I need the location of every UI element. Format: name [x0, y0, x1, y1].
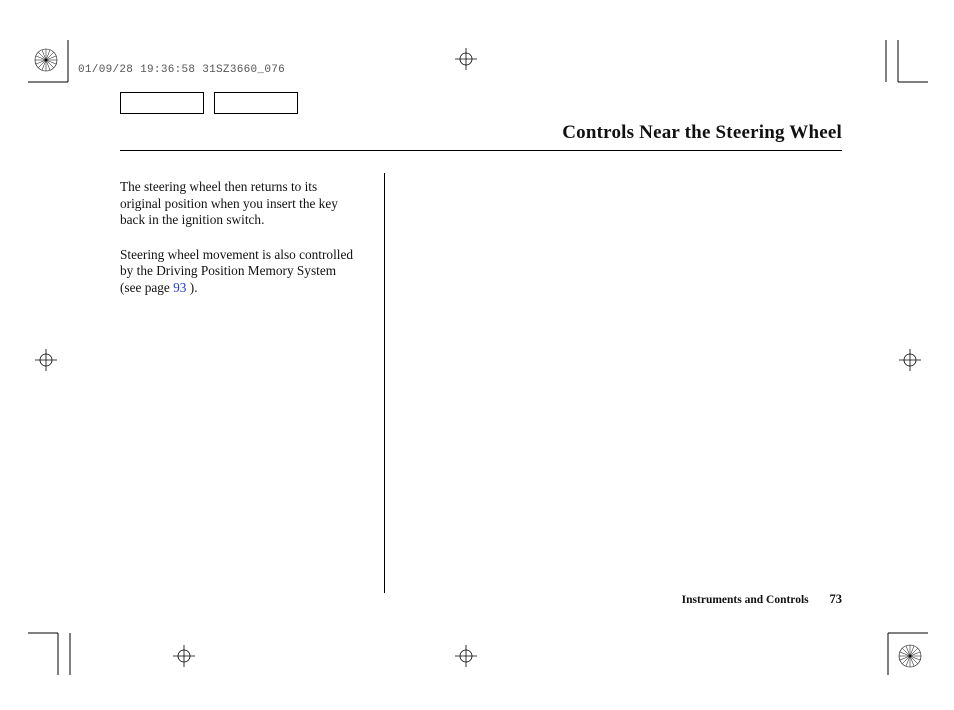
paragraph-2-lead: Steering wheel movement is also controll… [120, 247, 353, 295]
top-reference-boxes [120, 92, 298, 114]
reference-box-2 [214, 92, 298, 114]
paragraph-2: Steering wheel movement is also controll… [120, 247, 360, 297]
page-reference-link[interactable]: 93 [173, 280, 186, 295]
registration-mark-right [899, 349, 921, 371]
column-divider [384, 173, 385, 593]
reference-box-1 [120, 92, 204, 114]
page-footer: Instruments and Controls 73 [682, 592, 842, 607]
paragraph-2-tail: ). [186, 280, 197, 295]
registration-mark-bottom [455, 645, 477, 667]
registration-mark-left [35, 349, 57, 371]
crop-mark-bottom-right [868, 623, 930, 675]
paragraph-1: The steering wheel then returns to its o… [120, 179, 360, 229]
body-text-column: The steering wheel then returns to its o… [120, 179, 360, 297]
page-title: Controls Near the Steering Wheel [120, 122, 842, 151]
page-content: Controls Near the Steering Wheel The ste… [120, 122, 842, 589]
footer-section-name: Instruments and Controls [682, 594, 809, 606]
crop-mark-bottom-left [28, 623, 88, 675]
crop-mark-top-right [868, 40, 928, 90]
footer-page-number: 73 [830, 592, 843, 606]
document-header-code: 01/09/28 19:36:58 31SZ3660_076 [78, 64, 285, 76]
text-columns: The steering wheel then returns to its o… [120, 179, 842, 589]
registration-mark-top [455, 48, 477, 70]
registration-mark-bottom-left [173, 645, 195, 667]
